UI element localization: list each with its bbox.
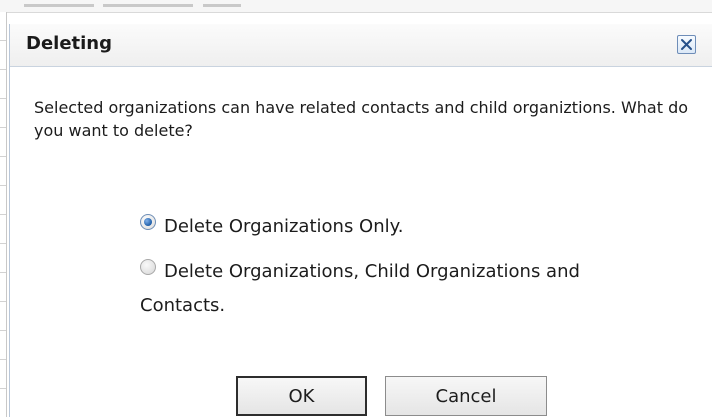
delete-organizations-only-option[interactable]: Delete Organizations Only. <box>140 210 403 244</box>
radio-selected-icon[interactable] <box>140 214 156 230</box>
cancel-button[interactable]: Cancel <box>385 376 547 416</box>
dialog-message: Selected organizations can have related … <box>34 98 689 140</box>
background-toolbar-strip <box>0 0 712 13</box>
background-toolbar-mark <box>203 4 241 7</box>
delete-organizations-only-label: Delete Organizations Only. <box>164 216 404 237</box>
dialog-title: Deleting <box>26 33 113 54</box>
ok-button[interactable]: OK <box>236 376 367 416</box>
background-toolbar-mark <box>103 4 193 7</box>
option-label-line-2: Contacts. <box>140 295 226 316</box>
delete-organizations-child-contacts-option[interactable]: Delete Organizations, Child Organization… <box>140 255 706 323</box>
radio-unselected-icon[interactable] <box>140 259 156 275</box>
option-row: Delete Organizations, Child Organization… <box>140 255 706 323</box>
background-border <box>6 12 7 417</box>
delete-dialog: Deleting Selected organizations can have… <box>9 24 712 417</box>
close-icon <box>681 39 692 50</box>
delete-organizations-child-contacts-label: Delete Organizations, Child Organization… <box>140 255 580 323</box>
application-page: Deleting Selected organizations can have… <box>0 0 712 417</box>
dialog-header: Deleting <box>10 24 712 67</box>
option-label-line-1: Delete Organizations, Child Organization… <box>164 261 580 282</box>
background-toolbar-mark <box>24 4 94 7</box>
option-row: Delete Organizations Only. <box>140 210 403 244</box>
close-button[interactable] <box>677 35 696 54</box>
